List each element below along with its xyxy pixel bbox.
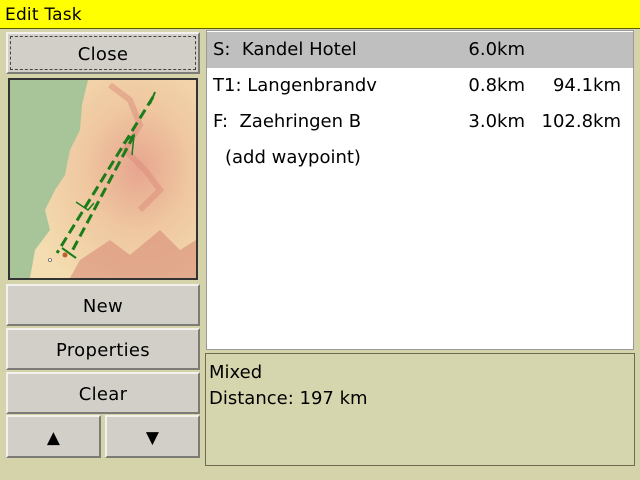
task-point-leg-distance: 0.8km	[468, 75, 525, 96]
properties-button-label: Properties	[56, 340, 150, 361]
task-distance: Distance: 197 km	[209, 388, 368, 409]
map-canvas	[10, 80, 196, 278]
task-point-name: F: Zaehringen B	[213, 111, 362, 132]
task-point-name: S: Kandel Hotel	[213, 39, 357, 60]
waypoint-marker	[48, 258, 52, 262]
new-button-label: New	[82, 296, 124, 317]
task-type: Mixed	[209, 362, 263, 383]
clear-button-label: Clear	[78, 384, 128, 405]
title-bar: Edit Task	[0, 0, 640, 29]
add-waypoint-row[interactable]: (add waypoint)	[207, 140, 633, 176]
add-waypoint-label: (add waypoint)	[225, 147, 361, 168]
task-point-total-distance: 102.8km	[541, 111, 622, 132]
task-point-row[interactable]: F: Zaehringen B 3.0km 102.8km	[207, 104, 633, 140]
triangle-down-icon: ▼	[145, 428, 160, 448]
clear-button[interactable]: Clear	[6, 372, 200, 414]
move-up-button[interactable]: ▲	[6, 415, 101, 458]
task-point-leg-distance: 6.0km	[468, 39, 525, 60]
triangle-up-icon: ▲	[46, 428, 61, 448]
home-marker	[62, 252, 68, 258]
task-point-leg-distance: 3.0km	[468, 111, 525, 132]
task-summary-panel: Mixed Distance: 197 km	[205, 353, 635, 466]
close-button[interactable]: Close	[6, 32, 200, 74]
task-point-list[interactable]: S: Kandel Hotel 6.0km T1: Langenbrandv 0…	[206, 30, 634, 350]
task-point-row[interactable]: T1: Langenbrandv 0.8km 94.1km	[207, 68, 633, 104]
new-button[interactable]: New	[6, 284, 200, 326]
task-point-row[interactable]: S: Kandel Hotel 6.0km	[207, 32, 633, 68]
task-point-total-distance: 94.1km	[552, 75, 621, 96]
task-map-preview	[8, 78, 198, 280]
properties-button[interactable]: Properties	[6, 328, 200, 370]
task-point-name: T1: Langenbrandv	[213, 75, 377, 96]
move-down-button[interactable]: ▼	[105, 415, 200, 458]
close-button-label: Close	[77, 44, 129, 65]
window-title: Edit Task	[5, 5, 82, 25]
